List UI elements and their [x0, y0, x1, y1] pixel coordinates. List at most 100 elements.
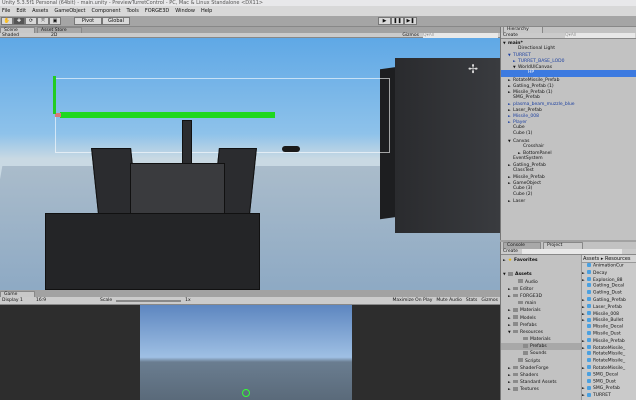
project-folder[interactable]: ▼ Resources	[501, 329, 581, 336]
project-folder[interactable]: ► FORGE3D	[501, 293, 581, 300]
shading-dropdown[interactable]: Shaded	[2, 33, 47, 38]
tab-hierarchy[interactable]: Hierarchy	[503, 26, 543, 33]
project-search-input[interactable]	[521, 249, 622, 254]
pivot-button[interactable]: Pivot	[74, 17, 102, 25]
2d-toggle[interactable]: 2D	[51, 33, 57, 38]
project-folder[interactable]: Prefabs	[501, 343, 581, 351]
project-folder[interactable]: ► Prefabs	[501, 322, 581, 329]
maximize-on-play-button[interactable]: Maximize On Play	[392, 298, 432, 303]
project-asset[interactable]: RotateMissile_	[582, 358, 636, 365]
project-folder[interactable]: ▼ Assets	[501, 271, 581, 278]
pause-button[interactable]: ❚❚	[391, 17, 404, 25]
play-icon: ▶	[382, 18, 387, 24]
project-folder[interactable]: Materials	[501, 336, 581, 343]
project-folder[interactable]: ► Textures	[501, 386, 581, 393]
project-folder[interactable]: Sounds	[501, 350, 581, 357]
menu-help[interactable]: Help	[201, 8, 212, 14]
hierarchy-item-label: SMG_Prefab	[513, 94, 540, 100]
prefab-icon	[587, 358, 591, 363]
project-folder[interactable]: ► Materials	[501, 307, 581, 314]
project-asset[interactable]: Gatling_Decal	[582, 283, 636, 290]
debris-object	[282, 146, 300, 152]
hierarchy-panel: Hierarchy Create Q▾All ▼ main* Directional…	[500, 26, 636, 240]
project-asset[interactable]: Gatling_Dust	[582, 290, 636, 297]
step-button[interactable]: ▶❚	[404, 17, 417, 25]
project-asset[interactable]: AnimationCur	[582, 263, 636, 270]
hierarchy-item-label: Cube (2)	[513, 192, 533, 198]
project-asset[interactable]: ► Missile_Prefab	[582, 338, 636, 345]
menu-file[interactable]: File	[2, 8, 10, 14]
project-asset[interactable]: ► RotateMissile_	[582, 345, 636, 352]
dark-cube	[395, 58, 500, 233]
hierarchy-item[interactable]: ► Laser	[501, 198, 636, 204]
tab-console[interactable]: Console	[503, 242, 541, 249]
project-breadcrumb[interactable]: Assets ▸ Resources	[582, 255, 636, 263]
project-asset[interactable]: Missile_Decal	[582, 324, 636, 331]
scene-orientation-gizmo[interactable]: ✢	[462, 58, 484, 80]
scale-slider[interactable]	[116, 299, 182, 302]
folder-icon	[513, 329, 518, 334]
project-folder[interactable]: Scripts	[501, 358, 581, 365]
hierarchy-search-input[interactable]: Q▾All	[565, 33, 635, 38]
tab-project[interactable]: Project	[543, 242, 583, 249]
rect-tool-button[interactable]: ▣	[49, 17, 61, 25]
project-folder[interactable]: ► Models	[501, 315, 581, 322]
menu-gameobject[interactable]: GameObject	[54, 8, 85, 14]
project-asset[interactable]: ► SMG_Prefab	[582, 385, 636, 392]
aspect-dropdown[interactable]: 16:9	[36, 298, 96, 303]
menu-assets[interactable]: Assets	[32, 8, 48, 14]
game-gizmos-button[interactable]: Gizmos	[481, 298, 498, 303]
project-folder[interactable]: ► ShaderForge	[501, 365, 581, 372]
project-folder[interactable]: ► ★ Favorites	[501, 257, 581, 264]
project-folder[interactable]: ► Standard Assets	[501, 379, 581, 386]
mute-audio-button[interactable]: Mute Audio	[436, 298, 462, 303]
project-asset[interactable]: SMG_Decal	[582, 371, 636, 379]
play-button[interactable]: ▶	[378, 17, 391, 25]
hierarchy-toolbar: Create Q▾All	[501, 33, 636, 39]
prefab-icon	[587, 283, 591, 288]
scene-view[interactable]: ✢	[0, 38, 500, 290]
project-asset[interactable]: Missile_Dust	[582, 330, 636, 338]
project-folder[interactable]: ► Shaders	[501, 372, 581, 379]
project-asset[interactable]: ► Laser_Prefab	[582, 304, 636, 311]
folder-icon	[508, 272, 513, 276]
menu-component[interactable]: Component	[92, 8, 121, 14]
project-asset[interactable]: ► Explosion_88	[582, 277, 636, 284]
gizmos-dropdown[interactable]: Gizmos	[402, 33, 419, 38]
prefab-icon	[587, 371, 591, 376]
hierarchy-create-button[interactable]: Create	[503, 33, 518, 38]
menu-window[interactable]: Window	[175, 8, 195, 14]
project-asset[interactable]: ► Missile_Bullet	[582, 317, 636, 324]
project-folder[interactable]: ► Editor	[501, 286, 581, 293]
project-asset-label: RotateMissile_	[593, 345, 626, 351]
hand-tool-button[interactable]: ✋	[1, 17, 13, 25]
project-folder[interactable]: main	[501, 300, 581, 307]
stats-button[interactable]: Stats	[466, 298, 478, 303]
project-asset[interactable]: ► RotateMissile_	[582, 365, 636, 372]
project-asset[interactable]: ► Missile_008	[582, 311, 636, 318]
prefab-icon	[587, 304, 591, 309]
turret-base	[45, 213, 260, 290]
project-folder-label: Favorites	[514, 258, 538, 263]
display-dropdown[interactable]: Display 1	[2, 298, 32, 303]
menu-tools[interactable]: Tools	[127, 8, 139, 14]
game-view[interactable]	[0, 305, 500, 400]
project-asset[interactable]: ► TURRET	[582, 392, 636, 399]
folder-icon	[513, 315, 518, 319]
scene-search-input[interactable]: Q▾All	[423, 32, 498, 38]
rotate-tool-button[interactable]: ⟳	[25, 17, 37, 25]
project-create-button[interactable]: Create	[503, 249, 518, 254]
scale-label: Scale	[100, 298, 113, 303]
project-asset[interactable]: SMG_Dust	[582, 378, 636, 386]
project-asset[interactable]: RotateMissile_	[582, 351, 636, 358]
menu-forge3d[interactable]: FORGE3D	[145, 8, 169, 14]
project-asset[interactable]: ► Gatling_Prefab	[582, 297, 636, 304]
project-folder[interactable]: Audio	[501, 279, 581, 286]
scale-tool-button[interactable]: ⤧	[37, 17, 49, 25]
menu-edit[interactable]: Edit	[16, 8, 26, 14]
project-asset[interactable]: ► Decay	[582, 270, 636, 277]
move-tool-button[interactable]: ✚	[13, 17, 25, 25]
project-folder[interactable]	[501, 264, 581, 271]
prefab-icon	[587, 290, 591, 295]
global-button[interactable]: Global	[102, 17, 130, 25]
